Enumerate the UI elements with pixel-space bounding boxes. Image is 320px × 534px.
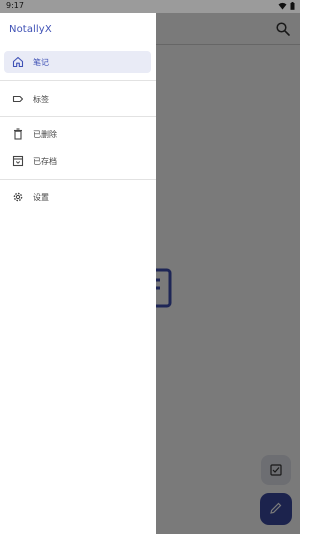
drawer-item-notes[interactable]: 笔记 (4, 51, 151, 73)
drawer-item-label: 已删除 (33, 129, 57, 139)
status-time: 9:17 (6, 1, 24, 10)
label-icon (12, 93, 24, 105)
status-bar: 9:17 (0, 0, 300, 13)
gear-icon (12, 191, 24, 203)
archive-icon (12, 155, 24, 167)
drawer-item-settings[interactable]: 设置 (4, 186, 151, 208)
drawer-item-label: 笔记 (33, 57, 49, 67)
status-icons (278, 2, 295, 12)
drawer-item-deleted[interactable]: 已删除 (4, 123, 151, 145)
drawer-divider (0, 116, 156, 117)
drawer-divider (0, 80, 156, 81)
home-icon (12, 56, 24, 68)
drawer-item-labels[interactable]: 标签 (4, 88, 151, 110)
battery-icon (290, 2, 295, 12)
drawer-divider (0, 179, 156, 180)
navigation-drawer: NotallyX 笔记 标签 已删除 已存档 设置 (0, 13, 156, 534)
drawer-title: NotallyX (9, 24, 52, 35)
drawer-item-archived[interactable]: 已存档 (4, 150, 151, 172)
trash-icon (12, 128, 24, 140)
drawer-item-label: 设置 (33, 192, 49, 202)
wifi-icon (278, 2, 287, 12)
drawer-item-label: 标签 (33, 94, 49, 104)
drawer-item-label: 已存档 (33, 156, 57, 166)
